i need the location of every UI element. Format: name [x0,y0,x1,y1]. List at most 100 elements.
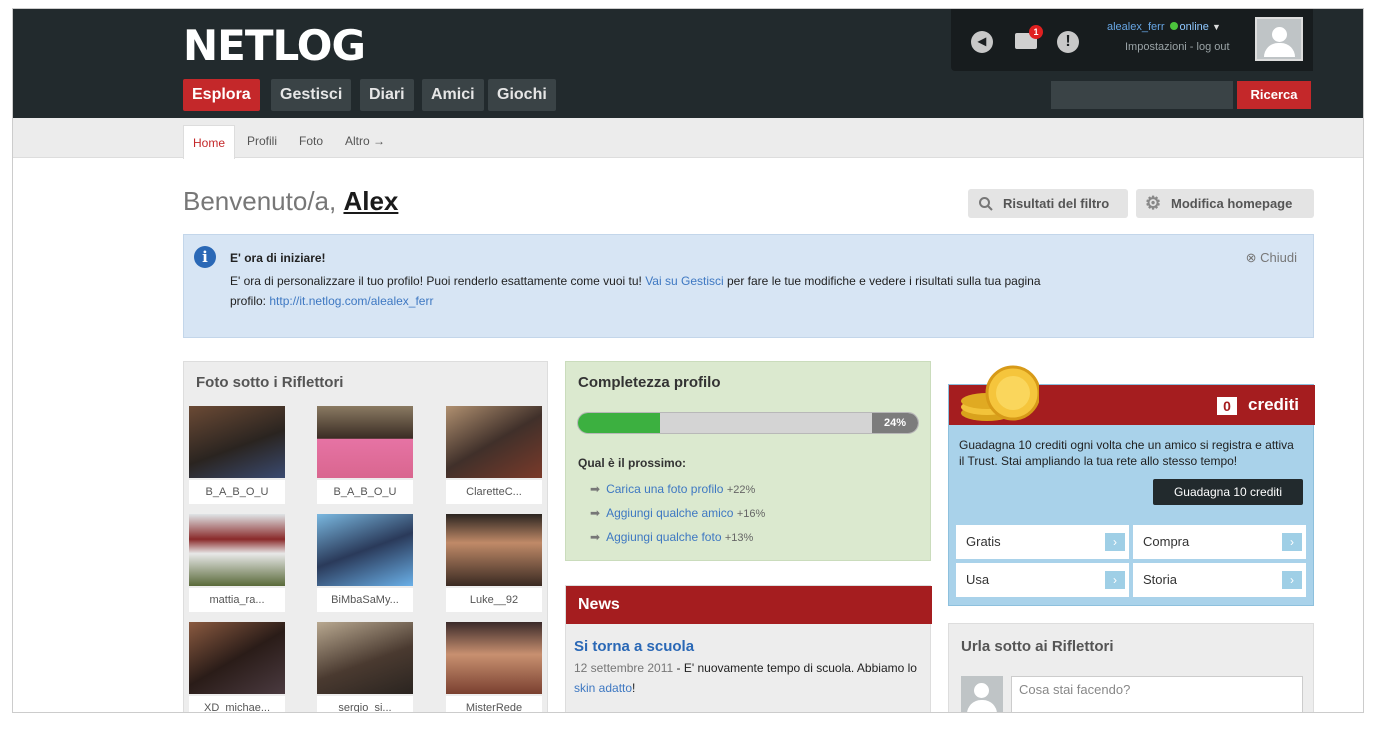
photo-username[interactable]: B_A_B_O_U [317,480,413,504]
photo-item[interactable]: XD_michae... [189,622,285,712]
credits-option-usa[interactable]: Usa › [956,563,1129,597]
coins-icon [961,365,1039,421]
info-notice: i E' ora di iniziare! E' ora di personal… [183,234,1314,338]
next-step-label[interactable]: Aggiungi qualche foto [606,530,721,544]
filter-results-button[interactable]: Risultati del filtro [968,189,1128,218]
photo-thumbnail[interactable] [317,622,413,694]
settings-logout-links[interactable]: Impostazioni - log out [1125,41,1230,53]
status-input[interactable]: Cosa stai facendo? [1011,676,1303,712]
netlog-logo[interactable]: NETLOG [183,21,366,70]
photo-item[interactable]: B_A_B_O_U [189,406,285,506]
photo-thumbnail[interactable] [446,514,542,586]
welcome-name[interactable]: Alex [343,186,398,216]
photo-username[interactable]: ClaretteC... [446,480,542,504]
alert-icon[interactable]: ! [1057,31,1079,53]
online-status-icon [1169,22,1178,30]
notice-text-2: per fare le tue modifiche e vedere i ris… [727,274,1041,288]
arrow-icon: ➡ [590,530,601,544]
subtab-altro[interactable]: Altro → [345,134,385,148]
chevron-right-icon: › [1282,571,1302,589]
search-input[interactable] [1051,81,1233,109]
arrow-icon: ➡ [590,506,601,520]
news-heading: News [566,586,932,624]
shout-panel: Urla sotto ai Riflettori Cosa stai facen… [948,623,1314,712]
photo-item[interactable]: Luke__92 [446,514,542,614]
skin-link[interactable]: skin adatto [574,681,632,695]
progress-percent: 24% [872,413,918,433]
news-date: 12 settembre 2011 [574,661,674,675]
search-button[interactable]: Ricerca [1237,81,1311,109]
photo-thumbnail[interactable] [189,622,285,694]
news-title[interactable]: Si torna a scuola [574,638,694,655]
user-menu[interactable]: alealex_ferr online ▼ [1107,21,1221,33]
next-step-add-friends[interactable]: ➡ Aggiungi qualche amico +16% [590,506,765,520]
photo-username[interactable]: BiMbaSaMy... [317,588,413,612]
photo-item[interactable]: ClaretteC... [446,406,542,506]
tab-diari[interactable]: Diari [360,79,414,111]
photo-item[interactable]: MisterRede [446,622,542,712]
avatar-icon[interactable] [1255,17,1303,61]
credits-option-gratis[interactable]: Gratis › [956,525,1129,559]
subtab-home[interactable]: Home [183,125,235,159]
tab-gestisci[interactable]: Gestisci [271,79,352,111]
gear-icon: ⚙ [1145,193,1162,213]
edit-homepage-button[interactable]: ⚙ Modifica homepage [1136,189,1314,218]
photo-thumbnail[interactable] [189,514,285,586]
panel-title: Completezza profilo [578,374,721,391]
photo-username[interactable]: sergio_si... [317,696,413,712]
profile-completeness-panel: Completezza profilo 24% Qual è il prossi… [565,361,931,561]
notice-text-3: profilo: [230,294,267,308]
photo-item[interactable]: sergio_si... [317,622,413,712]
news-panel: News Si torna a scuola 12 settembre 2011… [565,585,932,712]
photo-thumbnail[interactable] [446,622,542,694]
photo-username[interactable]: B_A_B_O_U [189,480,285,504]
chevron-down-icon[interactable]: ▼ [1212,22,1221,32]
next-step-points: +22% [726,484,756,496]
credits-option-label: Usa [966,572,990,587]
photo-thumbnail[interactable] [317,406,413,478]
photo-username[interactable]: mattia_ra... [189,588,285,612]
notice-title: E' ora di iniziare! [230,251,326,265]
tab-esplora[interactable]: Esplora [183,79,260,111]
chevron-right-icon: › [1105,571,1125,589]
photo-username[interactable]: XD_michae... [189,696,285,712]
credits-option-compra[interactable]: Compra › [1133,525,1306,559]
next-step-label[interactable]: Aggiungi qualche amico [606,506,733,520]
notice-body: E' ora di personalizzare il tuo profilo!… [230,271,1230,311]
subtab-profili[interactable]: Profili [247,134,277,148]
chevron-right-icon: › [1105,533,1125,551]
sub-navigation: Home Profili Foto Altro → [13,118,1363,159]
next-step-points: +16% [736,508,766,520]
photo-username[interactable]: MisterRede [446,696,542,712]
photo-item[interactable]: BiMbaSaMy... [317,514,413,614]
photo-thumbnail[interactable] [446,406,542,478]
next-step-points: +13% [724,532,754,544]
photo-thumbnail[interactable] [189,406,285,478]
next-step-add-photos[interactable]: ➡ Aggiungi qualche foto +13% [590,530,753,544]
photo-thumbnail[interactable] [317,514,413,586]
gestisci-link[interactable]: Vai su Gestisci [645,274,723,288]
credits-option-storia[interactable]: Storia › [1133,563,1306,597]
page-title: Benvenuto/a, Alex [183,186,398,217]
tab-giochi[interactable]: Giochi [488,79,556,111]
mail-badge: 1 [1029,25,1043,39]
avatar-body [1264,43,1295,57]
arrow-icon: ➡ [590,482,601,496]
browser-frame: NETLOG Esplora Gestisci Diari Amici Gioc… [12,8,1364,713]
next-step-upload-photo[interactable]: ➡ Carica una foto profilo +22% [590,482,755,496]
back-icon[interactable]: ◂ [971,31,993,53]
edit-homepage-label: Modifica homepage [1171,196,1293,211]
next-step-label[interactable]: Carica una foto profilo [606,482,723,496]
close-notice-button[interactable]: ⊗ Chiudi [1246,250,1297,266]
photo-item[interactable]: mattia_ra... [189,514,285,614]
photo-item[interactable]: B_A_B_O_U [317,406,413,506]
photo-username[interactable]: Luke__92 [446,588,542,612]
close-icon: ⊗ [1245,250,1257,265]
subtab-foto[interactable]: Foto [299,134,323,148]
profile-url-link[interactable]: http://it.netlog.com/alealex_ferr [269,294,433,308]
earn-credits-button[interactable]: Guadagna 10 crediti [1153,479,1303,505]
tab-amici[interactable]: Amici [422,79,484,111]
credits-count: 0 [1217,397,1237,415]
username[interactable]: alealex_ferr [1107,21,1164,33]
progress-fill [578,413,660,433]
